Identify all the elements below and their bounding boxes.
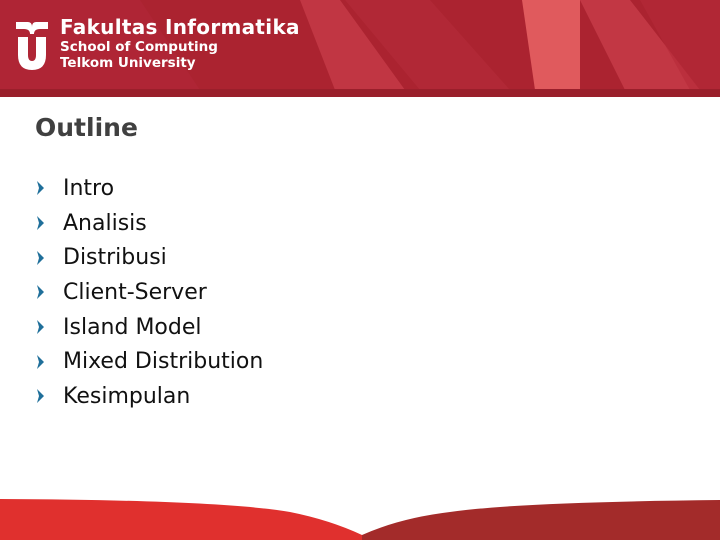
faculty-title: Fakultas Informatika bbox=[60, 15, 300, 39]
university-name: Telkom University bbox=[60, 55, 196, 71]
chevron-right-icon bbox=[36, 216, 63, 231]
chevron-right-icon bbox=[36, 320, 63, 335]
outline-item-label: Client-Server bbox=[63, 279, 207, 305]
footer-decoration bbox=[0, 499, 720, 540]
outline-item: Client-Server bbox=[36, 275, 263, 310]
telkom-university-logo-icon bbox=[16, 22, 48, 70]
header-divider bbox=[0, 89, 720, 97]
outline-item: Kesimpulan bbox=[36, 379, 263, 414]
header-banner: Fakultas Informatika School of Computing… bbox=[0, 0, 720, 97]
chevron-right-icon bbox=[36, 181, 63, 196]
outline-item-label: Intro bbox=[63, 175, 115, 201]
chevron-right-icon bbox=[36, 250, 63, 265]
outline-item-label: Island Model bbox=[63, 314, 202, 340]
chevron-right-icon bbox=[36, 354, 63, 369]
slide-title: Outline bbox=[35, 113, 138, 142]
outline-item: Intro bbox=[36, 171, 263, 206]
outline-item-label: Mixed Distribution bbox=[63, 349, 264, 375]
outline-item: Distribusi bbox=[36, 240, 263, 275]
outline-item: Analisis bbox=[36, 206, 263, 241]
footer-left-shape bbox=[0, 499, 362, 540]
school-name: School of Computing bbox=[60, 39, 218, 55]
outline-item: Island Model bbox=[36, 310, 263, 345]
chevron-right-icon bbox=[36, 285, 63, 300]
outline-item-label: Kesimpulan bbox=[63, 383, 191, 409]
chevron-right-icon bbox=[36, 389, 63, 404]
outline-item: Mixed Distribution bbox=[36, 344, 263, 379]
outline-item-label: Distribusi bbox=[63, 245, 167, 271]
footer-right-shape bbox=[362, 500, 720, 540]
outline-item-label: Analisis bbox=[63, 210, 147, 236]
outline-list: Intro Analisis Distribusi Client-Server … bbox=[36, 171, 263, 414]
